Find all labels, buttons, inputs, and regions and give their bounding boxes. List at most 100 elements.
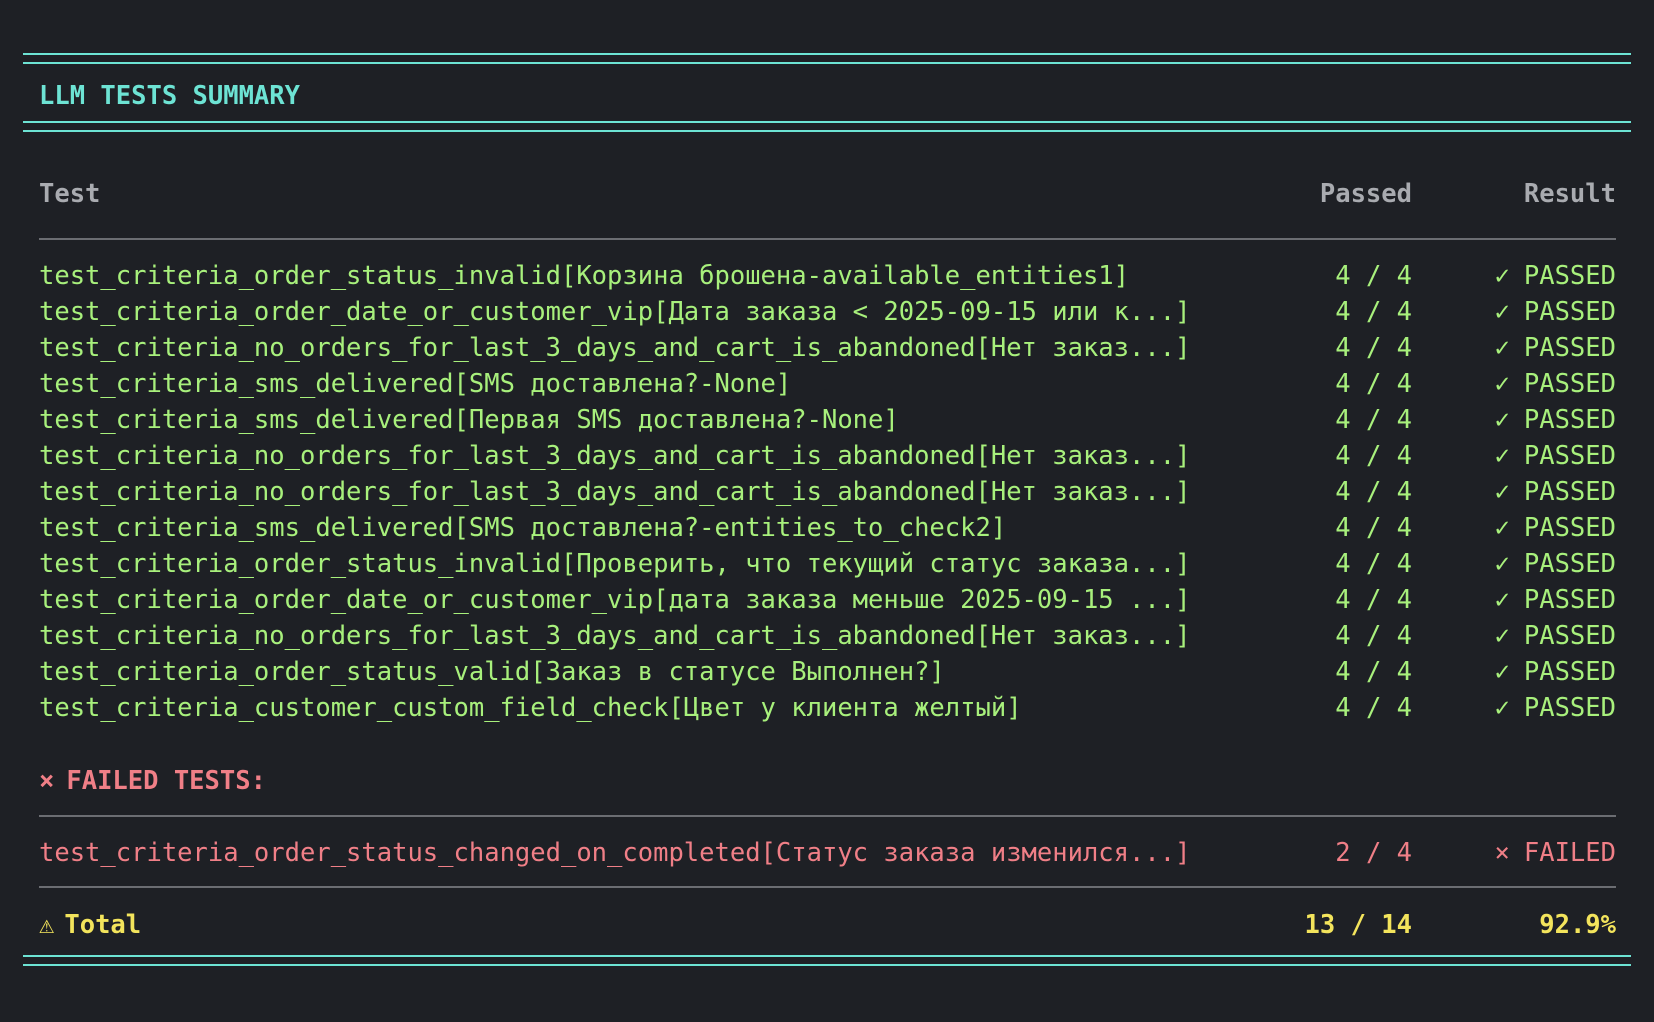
total-passed-count: 13 / 14 — [1304, 910, 1412, 940]
total-row: ⚠ Total 13 / 14 92.9% — [39, 907, 1616, 943]
table-row: test_criteria_order_date_or_customer_vip… — [39, 294, 1616, 330]
test-passed-count: 2 / 4 — [1335, 838, 1412, 868]
check-icon: ✓ — [1494, 513, 1510, 543]
result-label: PASSED — [1523, 657, 1616, 687]
test-name: test_criteria_order_status_invalid[Корзи… — [39, 261, 1130, 291]
result-label: PASSED — [1523, 261, 1616, 291]
check-icon: ✓ — [1494, 693, 1510, 723]
test-result: ✓ PASSED — [1495, 366, 1616, 402]
test-passed-count: 4 / 4 — [1335, 261, 1412, 291]
test-name: test_criteria_sms_delivered[SMS доставле… — [39, 369, 792, 399]
table-row: test_criteria_sms_delivered[SMS доставле… — [39, 366, 1616, 402]
test-name: test_criteria_sms_delivered[SMS доставле… — [39, 513, 1007, 543]
test-result: ✓ PASSED — [1495, 474, 1616, 510]
total-label: ⚠ Total — [39, 907, 141, 943]
result-label: PASSED — [1523, 513, 1616, 543]
check-icon: ✓ — [1494, 261, 1510, 291]
test-result: ✓ PASSED — [1495, 690, 1616, 726]
column-header-result: Result — [1523, 179, 1616, 209]
table-header: Test Passed Result — [39, 176, 1616, 212]
test-result: ✓ PASSED — [1495, 330, 1616, 366]
table-row: test_criteria_order_status_invalid[Прове… — [39, 546, 1616, 582]
check-icon: ✓ — [1494, 405, 1510, 435]
test-name: test_criteria_order_date_or_customer_vip… — [39, 585, 1191, 615]
test-passed-count: 4 / 4 — [1335, 333, 1412, 363]
check-icon: ✓ — [1494, 477, 1510, 507]
check-icon: ✓ — [1494, 333, 1510, 363]
table-row: test_criteria_order_status_changed_on_co… — [39, 835, 1616, 871]
title-top-rule — [23, 53, 1631, 64]
table-row: test_criteria_no_orders_for_last_3_days_… — [39, 438, 1616, 474]
check-icon: ✓ — [1494, 441, 1510, 471]
test-passed-count: 4 / 4 — [1335, 585, 1412, 615]
test-result: ✓ PASSED — [1495, 258, 1616, 294]
check-icon: ✓ — [1494, 369, 1510, 399]
result-label: PASSED — [1523, 369, 1616, 399]
test-name: test_criteria_no_orders_for_last_3_days_… — [39, 477, 1191, 507]
test-name: test_criteria_order_status_changed_on_co… — [39, 838, 1191, 868]
table-row: test_criteria_order_date_or_customer_vip… — [39, 582, 1616, 618]
check-icon: ✓ — [1494, 549, 1510, 579]
cross-icon: × — [1494, 838, 1510, 868]
column-header-test: Test — [39, 179, 101, 209]
title-bottom-rule — [23, 121, 1631, 132]
test-result: ✓ PASSED — [1495, 546, 1616, 582]
check-icon: ✓ — [1494, 621, 1510, 651]
table-row: test_criteria_no_orders_for_last_3_days_… — [39, 330, 1616, 366]
page-title: LLM TESTS SUMMARY — [39, 81, 300, 111]
test-name: test_criteria_order_status_valid[Заказ в… — [39, 657, 945, 687]
test-passed-count: 4 / 4 — [1335, 369, 1412, 399]
table-row: test_criteria_order_status_invalid[Корзи… — [39, 258, 1616, 294]
total-divider — [39, 886, 1616, 888]
total-label-text: Total — [64, 910, 142, 940]
total-percent: 92.9% — [1539, 910, 1616, 940]
result-label: PASSED — [1523, 585, 1616, 615]
table-row: test_criteria_sms_delivered[SMS доставле… — [39, 510, 1616, 546]
test-result: ✓ PASSED — [1495, 438, 1616, 474]
table-row: test_criteria_customer_custom_field_chec… — [39, 690, 1616, 726]
table-row: test_criteria_no_orders_for_last_3_days_… — [39, 474, 1616, 510]
result-label: PASSED — [1523, 621, 1616, 651]
test-name: test_criteria_order_status_invalid[Прове… — [39, 549, 1191, 579]
test-result: ✓ PASSED — [1495, 582, 1616, 618]
result-label: PASSED — [1523, 549, 1616, 579]
test-name: test_criteria_no_orders_for_last_3_days_… — [39, 441, 1191, 471]
test-result: × FAILED — [1495, 835, 1616, 871]
check-icon: ✓ — [1494, 657, 1510, 687]
bottom-rule — [23, 955, 1631, 966]
result-label: FAILED — [1523, 838, 1616, 868]
test-name: test_criteria_sms_delivered[Первая SMS д… — [39, 405, 899, 435]
test-name: test_criteria_order_date_or_customer_vip… — [39, 297, 1191, 327]
table-row: test_criteria_no_orders_for_last_3_days_… — [39, 618, 1616, 654]
test-name: test_criteria_customer_custom_field_chec… — [39, 693, 1022, 723]
check-icon: ✓ — [1494, 297, 1510, 327]
failed-tests-heading: × FAILED TESTS: — [39, 763, 266, 799]
cross-icon: × — [39, 766, 55, 796]
test-result: ✓ PASSED — [1495, 294, 1616, 330]
test-passed-count: 4 / 4 — [1335, 405, 1412, 435]
result-label: PASSED — [1523, 297, 1616, 327]
result-label: PASSED — [1523, 441, 1616, 471]
test-passed-count: 4 / 4 — [1335, 513, 1412, 543]
test-result: ✓ PASSED — [1495, 618, 1616, 654]
table-row: test_criteria_order_status_valid[Заказ в… — [39, 654, 1616, 690]
check-icon: ✓ — [1494, 585, 1510, 615]
header-divider — [39, 238, 1616, 240]
test-passed-count: 4 / 4 — [1335, 693, 1412, 723]
test-name: test_criteria_no_orders_for_last_3_days_… — [39, 621, 1191, 651]
table-row: test_criteria_sms_delivered[Первая SMS д… — [39, 402, 1616, 438]
result-label: PASSED — [1523, 333, 1616, 363]
failed-heading-label: FAILED TESTS: — [66, 766, 266, 796]
test-passed-count: 4 / 4 — [1335, 549, 1412, 579]
test-passed-count: 4 / 4 — [1335, 477, 1412, 507]
test-result: ✓ PASSED — [1495, 510, 1616, 546]
warning-icon: ⚠ — [39, 910, 55, 940]
test-passed-count: 4 / 4 — [1335, 657, 1412, 687]
result-label: PASSED — [1523, 477, 1616, 507]
test-result: ✓ PASSED — [1495, 654, 1616, 690]
test-passed-count: 4 / 4 — [1335, 621, 1412, 651]
test-result: ✓ PASSED — [1495, 402, 1616, 438]
test-name: test_criteria_no_orders_for_last_3_days_… — [39, 333, 1191, 363]
column-header-passed: Passed — [1319, 179, 1412, 209]
failed-divider — [39, 815, 1616, 817]
